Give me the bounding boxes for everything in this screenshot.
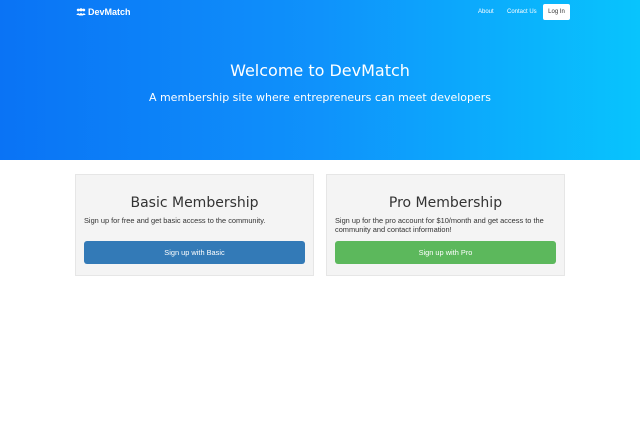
login-button[interactable]: Log In — [543, 4, 570, 20]
brand-name: DevMatch — [88, 7, 131, 17]
navbar: DevMatch About Contact Us Log In — [0, 0, 640, 26]
pro-membership-card: Pro Membership Sign up for the pro accou… — [326, 174, 565, 276]
users-icon — [76, 8, 86, 16]
nav-contact-link[interactable]: Contact Us — [507, 9, 537, 15]
pro-card-description: Sign up for the pro account for $10/mont… — [335, 216, 544, 234]
signup-pro-button[interactable]: Sign up with Pro — [335, 241, 556, 264]
nav-about-link[interactable]: About — [478, 9, 494, 15]
hero-title: Welcome to DevMatch — [230, 61, 410, 80]
pro-card-title: Pro Membership — [388, 195, 503, 211]
basic-membership-card: Basic Membership Sign up for free and ge… — [75, 174, 314, 276]
signup-basic-button[interactable]: Sign up with Basic — [84, 241, 305, 264]
hero-subtitle: A membership site where entrepreneurs ca… — [148, 91, 492, 104]
basic-card-title: Basic Membership — [130, 195, 259, 211]
brand-logo[interactable]: DevMatch — [76, 7, 131, 17]
basic-card-description: Sign up for free and get basic access to… — [84, 216, 266, 225]
hero-banner: DevMatch About Contact Us Log In Welcome… — [0, 0, 640, 160]
